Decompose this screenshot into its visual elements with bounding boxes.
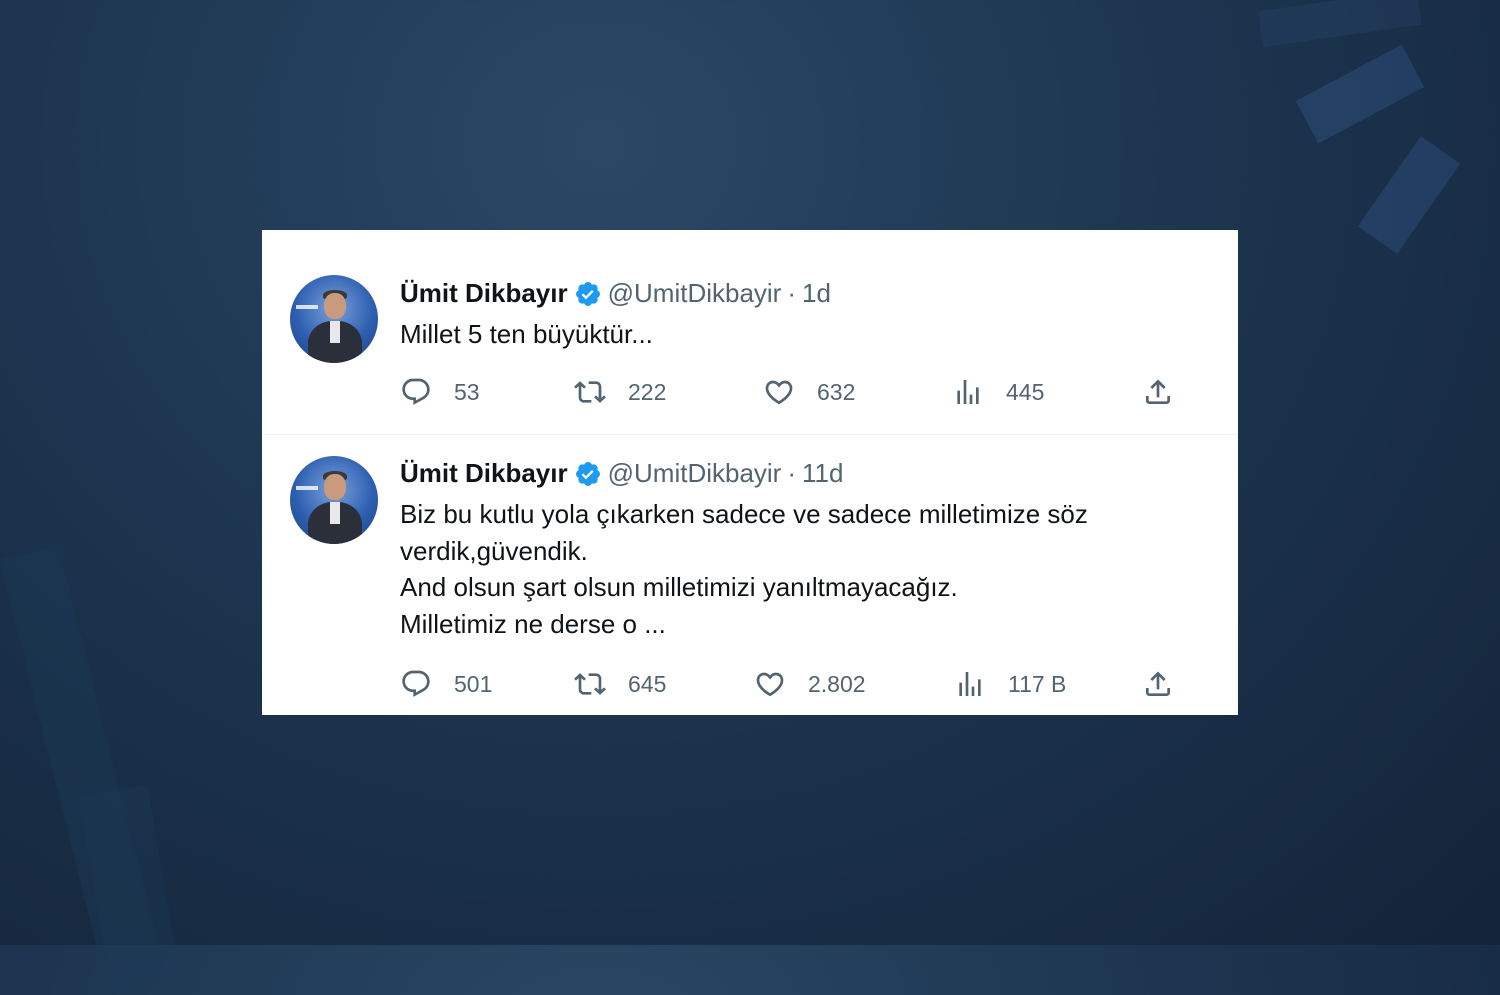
author-name[interactable]: Ümit Dikbayır: [400, 278, 568, 309]
reply-icon: [402, 378, 430, 405]
views-button[interactable]: 445: [952, 372, 1044, 412]
views-button[interactable]: 117 B: [954, 664, 1066, 704]
tweet-text: Biz bu kutlu yola çıkarken sadece ve sad…: [400, 496, 1200, 642]
avatar[interactable]: [290, 275, 378, 363]
background-shape: [1357, 136, 1461, 254]
views-icon: [957, 380, 979, 404]
separator-dot: ·: [787, 458, 797, 488]
tweet-text-line: verdik,güvendik.: [400, 535, 588, 566]
tweets-screenshot-card: Ümit Dikbayır @UmitDikbayir · 1d Millet …: [262, 230, 1238, 715]
author-handle[interactable]: @UmitDikbayir: [608, 458, 782, 489]
author-handle[interactable]: @UmitDikbayir: [608, 278, 782, 309]
reply-icon: [402, 670, 430, 697]
tweet[interactable]: Ümit Dikbayır @UmitDikbayir · 11d Biz bu…: [262, 435, 1238, 715]
retweet-button[interactable]: 222: [574, 372, 666, 412]
avatar[interactable]: [290, 456, 378, 544]
background-shape: [1295, 44, 1425, 144]
share-icon: [1146, 379, 1170, 404]
like-button[interactable]: 2.802: [754, 664, 866, 704]
heart-icon: [765, 380, 793, 405]
separator-dot: ·: [787, 278, 797, 308]
reply-button[interactable]: 53: [400, 372, 480, 412]
background-shape: [78, 785, 182, 995]
tweet-text-line: Biz bu kutlu yola çıkarken sadece ve sad…: [400, 499, 1088, 529]
tweet[interactable]: Ümit Dikbayır @UmitDikbayir · 1d Millet …: [262, 230, 1238, 435]
tweet-text: Millet 5 ten büyüktür...: [400, 316, 1200, 353]
retweet-icon: [574, 673, 606, 695]
retweet-icon: [574, 381, 606, 403]
tweet-timestamp[interactable]: 11d: [802, 458, 843, 489]
tweet-header: Ümit Dikbayır @UmitDikbayir · 1d: [400, 278, 831, 309]
tweet-text-line: Milletimiz ne derse o ...: [400, 608, 666, 639]
tweet-actions: 501 645 2.802 117 B: [262, 664, 1238, 704]
tweet-timestamp[interactable]: 1d: [802, 278, 831, 309]
reply-count: 53: [454, 378, 480, 405]
share-button[interactable]: [1142, 664, 1196, 704]
background-shape: [1258, 0, 1422, 47]
verified-badge-icon: [575, 461, 600, 486]
retweet-count: 222: [628, 378, 667, 405]
author-name[interactable]: Ümit Dikbayır: [400, 458, 568, 489]
retweet-count: 645: [628, 670, 667, 697]
share-icon: [1146, 671, 1170, 696]
like-count: 632: [817, 378, 856, 405]
views-icon: [959, 672, 981, 696]
like-count: 2.802: [808, 670, 866, 697]
tweet-text-line: Millet 5 ten büyüktür...: [400, 319, 653, 349]
tweet-header: Ümit Dikbayır @UmitDikbayir · 11d: [400, 458, 843, 489]
views-count: 117 B: [1008, 670, 1067, 697]
share-button[interactable]: [1142, 372, 1196, 412]
reply-count: 501: [454, 670, 493, 697]
like-button[interactable]: 632: [763, 372, 855, 412]
views-count: 445: [1006, 378, 1045, 405]
reply-button[interactable]: 501: [400, 664, 492, 704]
verified-badge-icon: [575, 281, 600, 306]
tweet-actions: 53 222 632 445: [262, 372, 1238, 412]
retweet-button[interactable]: 645: [574, 664, 666, 704]
tweet-text-line: And olsun şart olsun milletimizi yanıltm…: [400, 572, 958, 602]
heart-icon: [756, 672, 784, 697]
